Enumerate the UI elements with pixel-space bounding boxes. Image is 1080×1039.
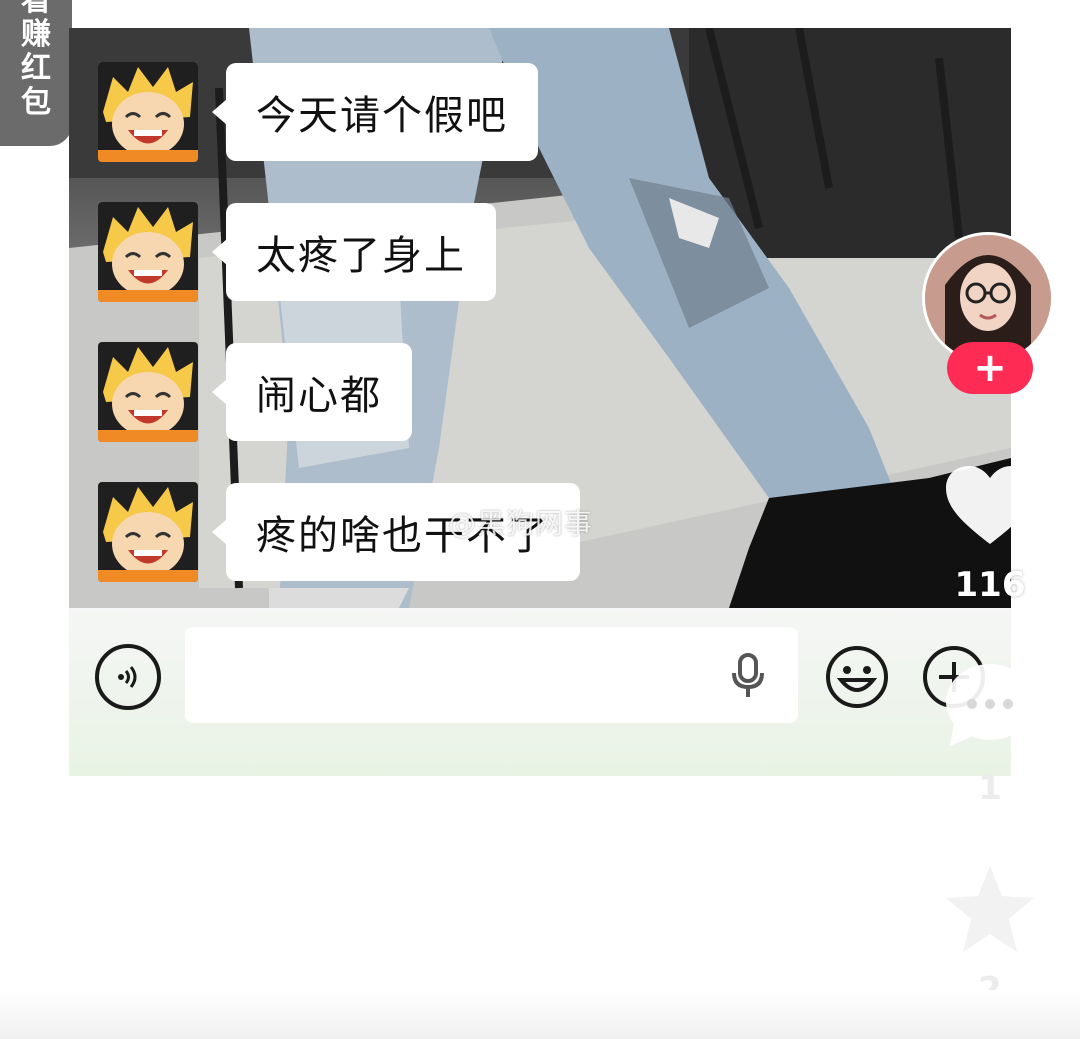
chat-message-3: 闹心都 (98, 342, 412, 442)
tag-char-1: 看 (21, 0, 51, 18)
chat-input-bar (69, 608, 1011, 776)
star-icon[interactable] (944, 864, 1036, 954)
chat-message-2: 太疼了身上 (98, 202, 496, 302)
chat-screenshot: 今天请个假吧 太疼了身上 闹心都 疼的啥也干不了 (69, 28, 1011, 776)
heart-icon[interactable] (944, 464, 1036, 546)
comment-count: 1 (978, 768, 1002, 808)
weibo-watermark: @黑狗网事 (448, 507, 594, 540)
message-bubble[interactable]: 今天请个假吧 (212, 63, 538, 161)
avatar[interactable] (98, 202, 198, 302)
chat-message-1: 今天请个假吧 (98, 62, 538, 162)
avatar[interactable] (98, 342, 198, 442)
avatar[interactable] (98, 482, 198, 582)
mic-icon[interactable] (730, 653, 766, 699)
tag-char-3: 红 (21, 51, 51, 86)
comment-icon[interactable] (944, 662, 1036, 748)
tag-char-4: 包 (21, 85, 51, 120)
emoji-icon[interactable] (824, 644, 890, 710)
message-input[interactable] (185, 627, 798, 723)
earn-red-packet-tag[interactable]: 看 赚 红 包 (0, 0, 72, 146)
avatar[interactable] (98, 62, 198, 162)
add-follow-icon[interactable]: + (947, 342, 1033, 394)
voice-icon[interactable] (95, 644, 161, 710)
bottom-fade (0, 990, 1080, 1039)
like-count: 116 (954, 565, 1026, 605)
message-bubble[interactable]: 太疼了身上 (212, 203, 496, 301)
message-bubble[interactable]: 闹心都 (212, 343, 412, 441)
tag-char-2: 赚 (21, 17, 51, 52)
